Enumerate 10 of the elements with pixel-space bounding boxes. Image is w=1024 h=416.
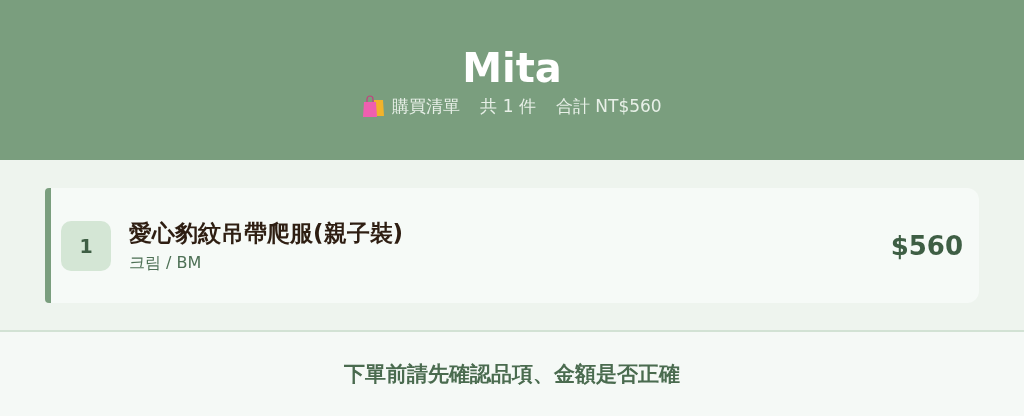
item-price: $560	[890, 230, 963, 261]
shopping-bags-icon	[362, 94, 387, 118]
total-amount: 合計 NT$560	[555, 94, 662, 118]
item-name: 愛心豹紋吊帶爬服(親子裝)	[129, 218, 405, 248]
item-index: 1	[61, 220, 111, 271]
item-count: 共 1 件	[480, 94, 536, 118]
item-variant: 크림 / BM	[129, 252, 203, 274]
shop-title: Mita	[462, 46, 562, 90]
footer-note: 下單前請先確認品項、金額是否正確	[344, 361, 680, 388]
list-label: 購買清單	[392, 94, 461, 118]
